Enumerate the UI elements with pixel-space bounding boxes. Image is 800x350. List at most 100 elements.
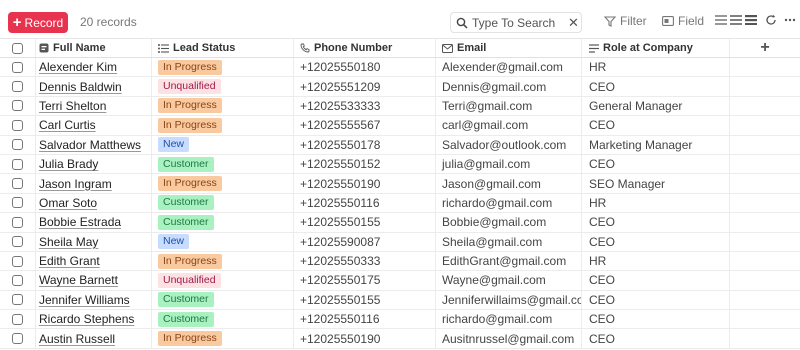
email-cell[interactable]: Terri@gmail.com: [436, 96, 582, 116]
table-row[interactable]: Ricardo Stephens Customer +12025550116 rich…: [0, 310, 800, 330]
lead-status-cell[interactable]: In Progress: [152, 329, 294, 348]
phone-cell[interactable]: +12025550116: [294, 193, 436, 213]
email-cell[interactable]: julia@gmail.com: [436, 154, 582, 174]
row-height-compact-icon[interactable]: [714, 13, 728, 27]
role-cell[interactable]: CEO: [582, 77, 730, 96]
row-checkbox[interactable]: [12, 255, 23, 267]
row-checkbox[interactable]: [12, 139, 23, 151]
row-checkbox[interactable]: [12, 294, 23, 306]
role-cell[interactable]: HR: [582, 58, 730, 77]
select-all-checkbox[interactable]: [12, 42, 23, 54]
full-name-link[interactable]: Bobbie Estrada: [39, 215, 121, 229]
full-name-link[interactable]: Edith Grant: [39, 254, 100, 268]
phone-cell[interactable]: +12025533333: [294, 96, 436, 116]
phone-cell[interactable]: +12025550152: [294, 154, 436, 174]
lead-status-cell[interactable]: Customer: [152, 290, 294, 310]
row-checkbox[interactable]: [12, 333, 23, 345]
role-cell[interactable]: CEO: [582, 329, 730, 348]
lead-status-cell[interactable]: In Progress: [152, 174, 294, 193]
table-row[interactable]: Jennifer Williams Customer +12025550155 Jen…: [0, 290, 800, 311]
lead-status-cell[interactable]: New: [152, 135, 294, 154]
row-height-tall-icon[interactable]: [744, 13, 758, 27]
email-cell[interactable]: Salvador@outlook.com: [436, 135, 582, 154]
table-row[interactable]: Dennis Baldwin Unqualified +12025551209 Den…: [0, 77, 800, 97]
role-cell[interactable]: CEO: [582, 116, 730, 135]
table-row[interactable]: Jason Ingram In Progress +12025550190 Jason…: [0, 174, 800, 194]
full-name-link[interactable]: Salvador Matthews: [39, 138, 141, 152]
lead-status-cell[interactable]: New: [152, 232, 294, 251]
search-input[interactable]: [472, 15, 568, 30]
header-email[interactable]: Email: [436, 39, 582, 57]
role-cell[interactable]: CEO: [582, 154, 730, 174]
filter-button[interactable]: Filter: [604, 14, 647, 28]
table-row[interactable]: Terri Shelton In Progress +12025533333 Terr…: [0, 96, 800, 117]
role-cell[interactable]: CEO: [582, 271, 730, 290]
lead-status-cell[interactable]: In Progress: [152, 96, 294, 116]
close-icon[interactable]: ✕: [568, 15, 579, 31]
phone-cell[interactable]: +12025551209: [294, 77, 436, 96]
lead-status-cell[interactable]: Unqualified: [152, 271, 294, 290]
role-cell[interactable]: CEO: [582, 310, 730, 329]
header-phone-number[interactable]: Phone Number: [294, 39, 436, 57]
row-checkbox[interactable]: [12, 119, 23, 131]
email-cell[interactable]: Bobbie@gmail.com: [436, 213, 582, 232]
refresh-icon[interactable]: [764, 13, 778, 27]
email-cell[interactable]: Alexender@gmail.com: [436, 58, 582, 77]
table-row[interactable]: Sheila May New +12025590087 Sheila@gmail.co…: [0, 232, 800, 252]
full-name-cell[interactable]: Austin Russell: [36, 329, 152, 348]
email-cell[interactable]: Dennis@gmail.com: [436, 77, 582, 96]
full-name-cell[interactable]: Wayne Barnett: [36, 271, 152, 290]
table-row[interactable]: Carl Curtis In Progress +12025555567 carl@g…: [0, 116, 800, 136]
row-checkbox[interactable]: [12, 81, 23, 93]
full-name-cell[interactable]: Terri Shelton: [36, 96, 152, 116]
search-box[interactable]: ✕: [450, 12, 582, 33]
full-name-cell[interactable]: Jason Ingram: [36, 174, 152, 193]
full-name-cell[interactable]: Sheila May: [36, 232, 152, 251]
full-name-cell[interactable]: Omar Soto: [36, 193, 152, 213]
lead-status-cell[interactable]: In Progress: [152, 251, 294, 271]
phone-cell[interactable]: +12025555567: [294, 116, 436, 135]
full-name-cell[interactable]: Ricardo Stephens: [36, 310, 152, 329]
row-height-medium-icon[interactable]: [729, 13, 743, 27]
full-name-cell[interactable]: Alexender Kim: [36, 58, 152, 77]
full-name-cell[interactable]: Carl Curtis: [36, 116, 152, 135]
email-cell[interactable]: Jason@gmail.com: [436, 174, 582, 193]
email-cell[interactable]: Ausitnrussel@gmail.com: [436, 329, 582, 348]
full-name-cell[interactable]: Jennifer Williams: [36, 290, 152, 310]
role-cell[interactable]: HR: [582, 193, 730, 213]
phone-cell[interactable]: +12025550178: [294, 135, 436, 154]
row-checkbox[interactable]: [12, 274, 23, 286]
lead-status-cell[interactable]: Unqualified: [152, 77, 294, 96]
full-name-link[interactable]: Austin Russell: [39, 332, 115, 346]
full-name-link[interactable]: Omar Soto: [39, 196, 97, 210]
table-row[interactable]: Bobbie Estrada Customer +12025550155 Bobbie…: [0, 213, 800, 233]
more-options-icon[interactable]: [783, 13, 797, 27]
phone-cell[interactable]: +12025550180: [294, 58, 436, 77]
table-row[interactable]: Edith Grant In Progress +12025550333 EdithG…: [0, 251, 800, 272]
table-row[interactable]: Alexender Kim In Progress +12025550180 Alex…: [0, 58, 800, 78]
table-row[interactable]: Julia Brady Customer +12025550152 julia@gma…: [0, 154, 800, 175]
role-cell[interactable]: HR: [582, 251, 730, 271]
phone-cell[interactable]: +12025590087: [294, 232, 436, 251]
table-row[interactable]: Austin Russell In Progress +12025550190 Aus…: [0, 329, 800, 349]
row-checkbox[interactable]: [12, 313, 23, 325]
full-name-cell[interactable]: Julia Brady: [36, 154, 152, 174]
role-cell[interactable]: CEO: [582, 232, 730, 251]
lead-status-cell[interactable]: In Progress: [152, 116, 294, 135]
phone-cell[interactable]: +12025550190: [294, 329, 436, 348]
phone-cell[interactable]: +12025550155: [294, 213, 436, 232]
lead-status-cell[interactable]: Customer: [152, 193, 294, 213]
email-cell[interactable]: Jenniferwillaims@gmail.com: [436, 290, 582, 310]
full-name-cell[interactable]: Edith Grant: [36, 251, 152, 271]
full-name-link[interactable]: Wayne Barnett: [39, 273, 118, 287]
add-record-button[interactable]: + Record: [8, 12, 68, 33]
row-checkbox[interactable]: [12, 236, 23, 248]
lead-status-cell[interactable]: In Progress: [152, 58, 294, 77]
add-column-button[interactable]: +: [730, 39, 800, 57]
role-cell[interactable]: CEO: [582, 290, 730, 310]
row-checkbox[interactable]: [12, 178, 23, 190]
lead-status-cell[interactable]: Customer: [152, 154, 294, 174]
role-cell[interactable]: Marketing Manager: [582, 135, 730, 154]
lead-status-cell[interactable]: Customer: [152, 213, 294, 232]
table-row[interactable]: Salvador Matthews New +12025550178 Salvador…: [0, 135, 800, 155]
